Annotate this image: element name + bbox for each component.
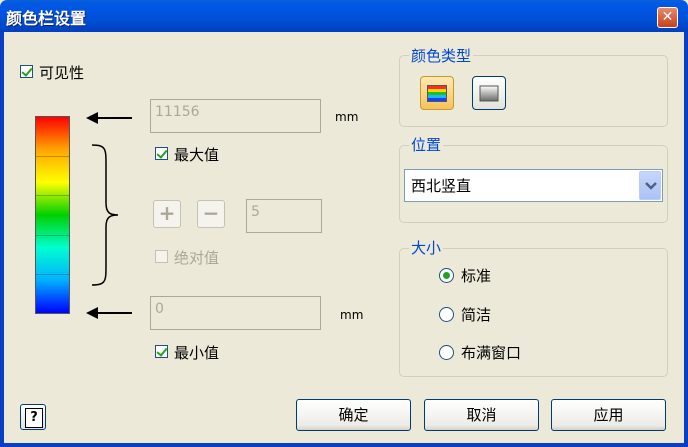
gradient-type-button[interactable] (420, 76, 454, 110)
step-count-field[interactable]: 5 (246, 199, 322, 233)
color-bar-band-divider (36, 195, 69, 197)
apply-button[interactable]: 应用 (551, 399, 666, 431)
min-arrow-icon (86, 307, 132, 319)
grayscale-type-button[interactable] (472, 76, 506, 110)
help-button[interactable]: ? (20, 404, 46, 430)
absolute-label: 绝对值 (174, 249, 220, 267)
chevron-down-icon (645, 182, 657, 190)
position-select[interactable]: 西北竖直 (404, 169, 663, 202)
min-unit: mm (340, 308, 364, 322)
size-radio-compact[interactable] (439, 307, 454, 322)
title-bar[interactable] (0, 0, 688, 32)
brace-icon (91, 144, 119, 286)
plus-icon: + (158, 201, 176, 225)
color-bar-band-divider (36, 234, 69, 236)
close-button[interactable]: ✕ (657, 7, 678, 28)
max-checkbox[interactable] (155, 147, 168, 160)
dialog-title: 颜色栏设置 (6, 9, 87, 28)
min-checkbox[interactable] (155, 345, 168, 358)
size-radio-standard[interactable] (439, 268, 454, 283)
color-bar-band-divider (36, 273, 69, 275)
ok-button[interactable]: 确定 (296, 399, 411, 431)
window-frame-left (0, 32, 4, 447)
max-value-field[interactable]: 11156 (150, 99, 321, 133)
position-select-value: 西北竖直 (411, 177, 472, 195)
size-radio-fill-window[interactable] (439, 345, 454, 360)
gradient-icon (427, 85, 447, 102)
cancel-button[interactable]: 取消 (424, 399, 539, 431)
min-label: 最小值 (174, 344, 220, 362)
color-type-title: 颜色类型 (409, 45, 474, 66)
window-frame-right (684, 32, 688, 447)
size-label-standard: 标准 (461, 267, 492, 285)
size-label-fill-window: 布满窗口 (461, 344, 522, 362)
visible-label: 可见性 (39, 64, 85, 82)
decrease-button[interactable]: − (197, 200, 225, 228)
max-label: 最大值 (174, 146, 220, 164)
position-dropdown-button[interactable] (639, 171, 661, 200)
help-icon: ? (25, 408, 43, 428)
window-frame-bottom (0, 443, 688, 447)
minus-icon: − (202, 201, 220, 225)
color-bar-band-divider (36, 156, 69, 158)
absolute-checkbox[interactable] (155, 250, 168, 263)
size-title: 大小 (409, 237, 444, 258)
grayscale-icon (479, 85, 499, 102)
size-label-compact: 简洁 (461, 306, 492, 324)
min-value-field[interactable]: 0 (150, 296, 321, 330)
position-title: 位置 (409, 134, 444, 155)
close-icon: ✕ (661, 9, 674, 25)
increase-button[interactable]: + (153, 200, 181, 228)
max-arrow-icon (86, 112, 132, 124)
color-bar-preview (35, 116, 70, 314)
max-unit: mm (335, 110, 359, 124)
visible-checkbox[interactable] (20, 65, 33, 78)
